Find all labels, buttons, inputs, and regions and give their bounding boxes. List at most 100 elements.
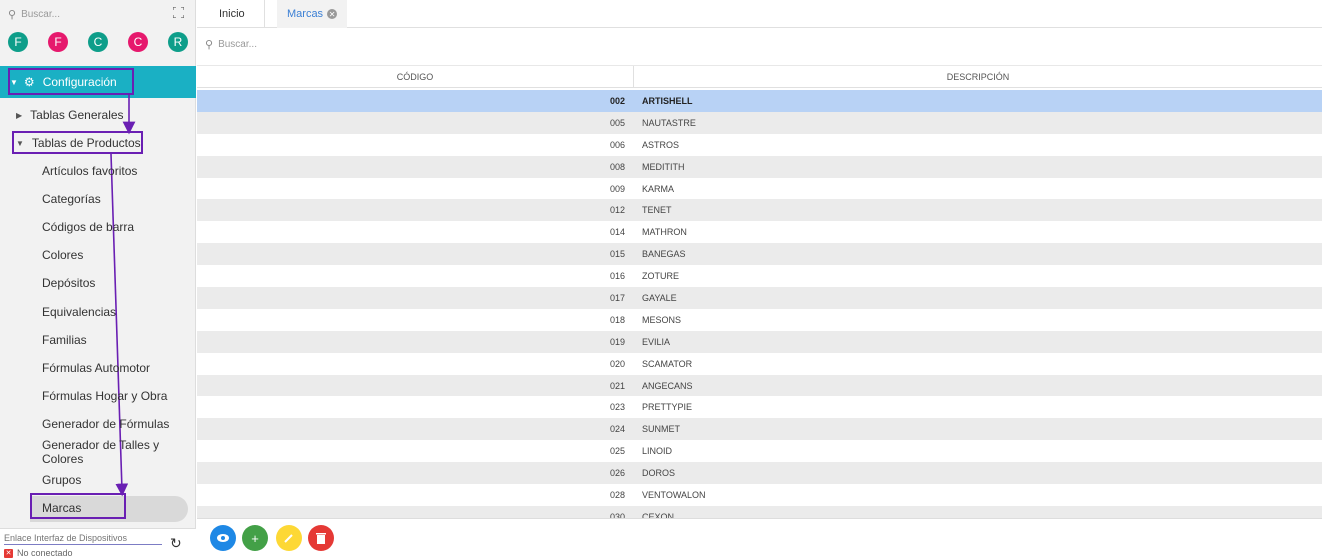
tab-marcas[interactable]: Marcas ✕ (277, 0, 347, 28)
cell-descripcion: NAUTASTRE (642, 117, 696, 128)
table-row[interactable]: 026 DOROS (197, 462, 1322, 485)
cell-codigo: 028 (609, 489, 625, 500)
cell-codigo: 026 (609, 468, 625, 479)
cell-codigo: 005 (609, 117, 625, 128)
sidebar-item[interactable]: Fórmulas Hogar y Obra (0, 382, 196, 410)
caret-right-icon: ▶ (16, 110, 23, 120)
sidebar-item[interactable]: Generador de Talles y Colores (0, 438, 196, 466)
cell-codigo: 002 (609, 95, 625, 106)
close-icon[interactable]: ✕ (327, 9, 338, 19)
sidebar-item-label: Marcas (42, 501, 82, 516)
sidebar-item-label: Generador de Talles y Colores (42, 438, 160, 466)
table-row[interactable]: 024 SUNMET (197, 418, 1322, 441)
expand-icon[interactable] (173, 7, 184, 18)
sidebar-item-label: Depósitos (42, 276, 96, 291)
edit-button[interactable] (276, 525, 302, 551)
tab-bar: Inicio Marcas ✕ (197, 0, 1322, 28)
table-row[interactable]: 006 ASTROS (197, 134, 1322, 156)
cell-codigo: 009 (609, 183, 625, 194)
cell-descripcion: PRETTYPIE (642, 402, 693, 413)
device-link-input[interactable] (4, 531, 162, 545)
sidebar-item-label: Equivalencias (42, 304, 117, 319)
table-body: 002 ARTISHELL 005 NAUTASTRE 006 ASTROS 008 MEDI… (197, 90, 1322, 518)
cell-descripcion: TENET (642, 205, 672, 216)
avatar[interactable]: R (168, 32, 188, 52)
table-header: CÓDIGO DESCRIPCIÓN (197, 65, 1322, 88)
table-row[interactable]: 028 VENTOWALON (197, 484, 1322, 506)
table-row[interactable]: 017 GAYALE (197, 287, 1322, 309)
sidebar-search[interactable]: ⚲ Buscar... (0, 0, 196, 28)
plus-icon: + (251, 530, 259, 546)
delete-button[interactable] (308, 525, 334, 551)
table-row[interactable]: 008 MEDITITH (197, 155, 1322, 178)
column-header-codigo[interactable]: CÓDIGO (197, 66, 634, 88)
sidebar-item[interactable]: Depósitos (0, 269, 196, 297)
table-row[interactable]: 019 EVILIA (197, 330, 1322, 353)
cell-codigo: 008 (609, 161, 625, 172)
menu-tablas-generales[interactable]: ▶ Tablas Generales (0, 101, 196, 129)
table-row[interactable]: 018 MESONS (197, 309, 1322, 331)
sidebar-item[interactable]: Artículos favoritos (0, 157, 196, 185)
cell-descripcion: LINOID (642, 446, 673, 457)
sidebar-item[interactable]: Colores (0, 241, 196, 269)
table-row[interactable]: 016 ZOTURE (197, 265, 1322, 287)
table-row[interactable]: 015 BANEGAS (197, 243, 1322, 266)
table-row[interactable]: 012 TENET (197, 199, 1322, 222)
cell-codigo: 025 (609, 446, 625, 457)
table-row[interactable]: 030 CEXON (197, 505, 1322, 518)
sidebar-item[interactable]: Familias (0, 326, 196, 354)
table-row[interactable]: 021 ANGECANS (197, 374, 1322, 397)
sidebar-item[interactable]: Grupos (0, 466, 196, 494)
cell-codigo: 018 (609, 314, 625, 325)
sidebar-item[interactable]: Categorías (0, 185, 196, 213)
cell-codigo: 015 (609, 249, 625, 260)
cell-codigo: 012 (609, 205, 625, 216)
refresh-icon[interactable]: ↻ (170, 535, 182, 552)
menu-tablas-productos-label: Tablas de Productos (31, 136, 141, 150)
table-row[interactable]: 002 ARTISHELL (197, 90, 1322, 112)
table-row[interactable]: 009 KARMA (197, 178, 1322, 200)
table-row[interactable]: 025 LINOID (197, 440, 1322, 462)
action-bar: + (197, 518, 1322, 560)
main-search[interactable]: ⚲ Buscar... (205, 38, 257, 51)
connection-status: ✕ No conectado (4, 548, 73, 558)
menu-tablas-generales-label: Tablas Generales (30, 108, 124, 122)
table-row[interactable]: 005 NAUTASTRE (197, 111, 1322, 134)
sidebar-item[interactable]: Equivalencias (0, 298, 196, 326)
sidebar-item-label: Categorías (42, 192, 101, 207)
cell-codigo: 006 (609, 139, 625, 150)
column-header-codigo-label: CÓDIGO (396, 72, 434, 82)
user-avatars: FFCCR (8, 32, 188, 52)
sidebar-item-label: Fórmulas Hogar y Obra (42, 388, 168, 403)
cell-codigo: 021 (609, 380, 625, 391)
avatar[interactable]: C (88, 32, 108, 52)
cell-codigo: 016 (609, 271, 625, 282)
cell-descripcion: ASTROS (642, 139, 680, 150)
avatar[interactable]: F (8, 32, 28, 52)
column-header-descripcion[interactable]: DESCRIPCIÓN (634, 66, 1322, 88)
main-search-placeholder[interactable]: Buscar... (218, 39, 257, 50)
table-row[interactable]: 023 PRETTYPIE (197, 396, 1322, 418)
sidebar-item-label: Generador de Fórmulas (42, 416, 170, 431)
pencil-icon (284, 534, 293, 543)
search-icon: ⚲ (205, 39, 214, 51)
avatar[interactable]: C (128, 32, 148, 52)
cell-descripcion: ARTISHELL (642, 95, 693, 106)
sidebar-search-placeholder[interactable]: Buscar... (21, 9, 60, 20)
sidebar-item-label: Artículos favoritos (42, 164, 138, 178)
cell-codigo: 014 (609, 227, 625, 238)
add-button[interactable]: + (242, 525, 268, 551)
table-row[interactable]: 020 SCAMATOR (197, 353, 1322, 375)
cell-descripcion: MESONS (642, 314, 682, 325)
tab-inicio-label: Inicio (219, 8, 245, 20)
table-row[interactable]: 014 MATHRON (197, 221, 1322, 243)
sidebar-item[interactable]: Fórmulas Automotor (0, 354, 196, 382)
cell-codigo: 023 (609, 402, 625, 413)
view-button[interactable] (210, 525, 236, 551)
avatar[interactable]: F (48, 32, 68, 52)
tab-inicio[interactable]: Inicio (205, 0, 265, 28)
cell-codigo: 024 (609, 424, 625, 435)
sidebar-item[interactable]: Generador de Fórmulas (0, 410, 196, 438)
eye-icon (217, 534, 229, 542)
sidebar-item[interactable]: Códigos de barra (0, 213, 196, 241)
